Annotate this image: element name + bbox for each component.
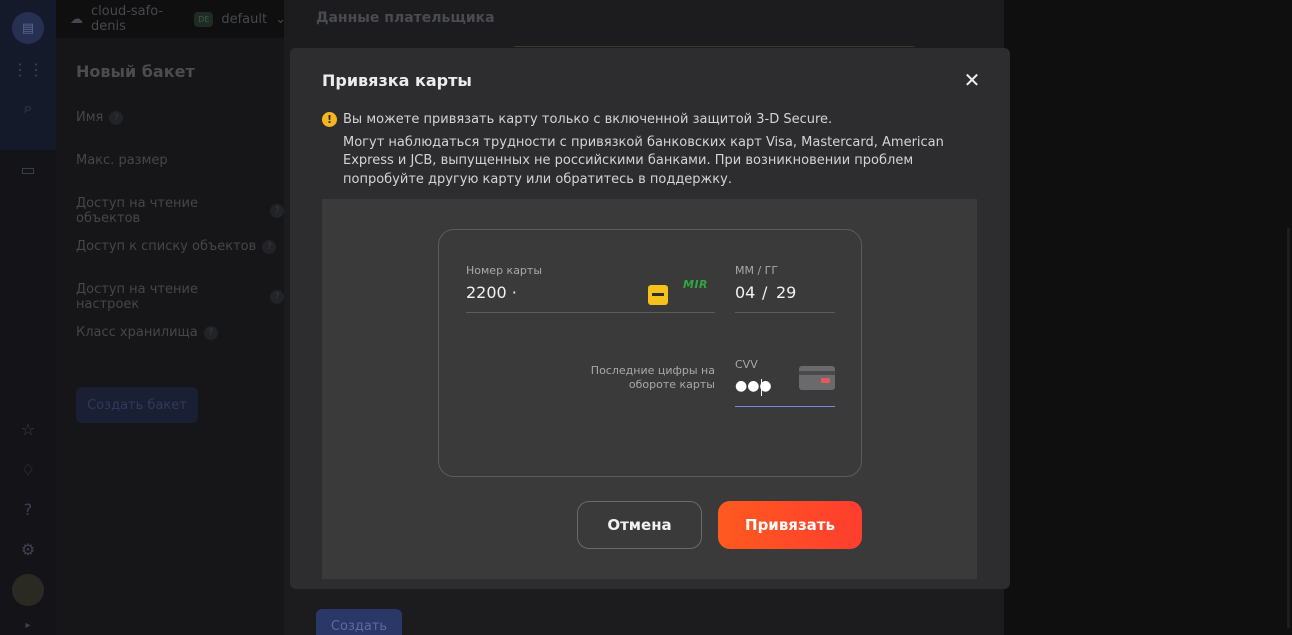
expiry-underline bbox=[735, 312, 835, 313]
folder-badge: DE bbox=[194, 11, 214, 27]
gear-icon[interactable]: ⚙ bbox=[17, 538, 39, 560]
cvv-label: CVV bbox=[735, 358, 758, 371]
bucket-icon[interactable]: ▭ bbox=[17, 158, 39, 180]
card-number-underline bbox=[466, 312, 715, 313]
expiry-separator: / bbox=[762, 283, 768, 302]
warning-icon: ! bbox=[322, 112, 337, 127]
notice-line-1: Вы можете привязать карту только с включ… bbox=[343, 112, 833, 127]
card-form: Номер карты 2200 · MIR ММ / ГГ 04 / 29 П… bbox=[438, 229, 862, 477]
notice-line-2: Могут наблюдаться трудности с привязкой … bbox=[343, 134, 944, 187]
help-icon: ? bbox=[109, 110, 124, 125]
card-number-label: Номер карты bbox=[466, 264, 543, 277]
close-icon[interactable]: ✕ bbox=[962, 70, 982, 90]
cvv-underline bbox=[735, 406, 835, 407]
help-icon: ? bbox=[203, 325, 218, 340]
mir-logo-icon: MIR bbox=[683, 278, 709, 291]
modal-title: Привязка карты bbox=[322, 71, 472, 90]
page-title: Новый бакет bbox=[76, 62, 195, 81]
field-list-objects: Доступ к списку объектов? bbox=[76, 239, 277, 254]
sheet-title: Данные плательщика bbox=[316, 10, 495, 26]
notice-text: Вы можете привязать карту только с включ… bbox=[343, 111, 973, 189]
bind-button[interactable]: Привязать bbox=[718, 501, 862, 549]
divider bbox=[514, 46, 914, 47]
cloud-name[interactable]: cloud-safo-denis bbox=[91, 4, 186, 34]
field-max-size: Макс. размер bbox=[76, 153, 168, 168]
breadcrumb: ☁ cloud-safo-denis DE default ⌄ bbox=[56, 0, 286, 38]
expiry-month-input[interactable]: 04 bbox=[735, 283, 755, 302]
field-name: Имя? bbox=[76, 110, 124, 125]
card-chip-icon bbox=[648, 285, 668, 305]
bell-icon[interactable]: ♢ bbox=[17, 458, 39, 480]
create-button[interactable]: Создать bbox=[316, 609, 402, 635]
cancel-button[interactable]: Отмена bbox=[577, 501, 702, 549]
apps-grid-icon[interactable]: ⋮⋮ bbox=[12, 58, 44, 80]
star-icon[interactable]: ☆ bbox=[17, 418, 39, 440]
field-read-objects: Доступ на чтение объектов? bbox=[76, 196, 284, 226]
help-icon: ? bbox=[262, 239, 277, 254]
bind-card-modal: Привязка карты ✕ ! Вы можете привязать к… bbox=[290, 48, 1010, 589]
field-storage-class: Класс хранилища? bbox=[76, 325, 218, 340]
help-icon: ? bbox=[270, 204, 284, 218]
help-icon[interactable]: ? bbox=[17, 498, 39, 520]
cvv-input[interactable]: ●●● bbox=[735, 378, 772, 394]
payment-frame: Номер карты 2200 · MIR ММ / ГГ 04 / 29 П… bbox=[322, 199, 977, 579]
expand-icon[interactable]: ▸ bbox=[17, 614, 39, 635]
help-icon: ? bbox=[270, 290, 284, 304]
scrollbar[interactable] bbox=[1287, 228, 1290, 628]
text-caret bbox=[761, 379, 762, 396]
expiry-label: ММ / ГГ bbox=[735, 264, 779, 277]
left-rail: ▤ ⋮⋮ ⌕ ▭ ☆ ♢ ? ⚙ ▸ bbox=[0, 0, 56, 635]
expiry-year-input[interactable]: 29 bbox=[776, 283, 796, 302]
avatar[interactable] bbox=[12, 574, 44, 606]
cloud-icon: ☁ bbox=[70, 11, 83, 27]
new-bucket-panel: Новый бакет Имя? Макс. размер Доступ на … bbox=[56, 38, 284, 635]
cvv-hint: Последние цифры на обороте карты bbox=[590, 364, 715, 391]
folder-name[interactable]: default bbox=[221, 12, 267, 27]
storage-logo-icon[interactable]: ▤ bbox=[12, 12, 44, 44]
create-bucket-button[interactable]: Создать бакет bbox=[76, 387, 198, 423]
card-number-input[interactable]: 2200 · bbox=[466, 283, 517, 302]
field-read-settings: Доступ на чтение настроек? bbox=[76, 282, 284, 312]
card-back-icon bbox=[799, 366, 835, 390]
search-icon[interactable]: ⌕ bbox=[17, 97, 39, 119]
